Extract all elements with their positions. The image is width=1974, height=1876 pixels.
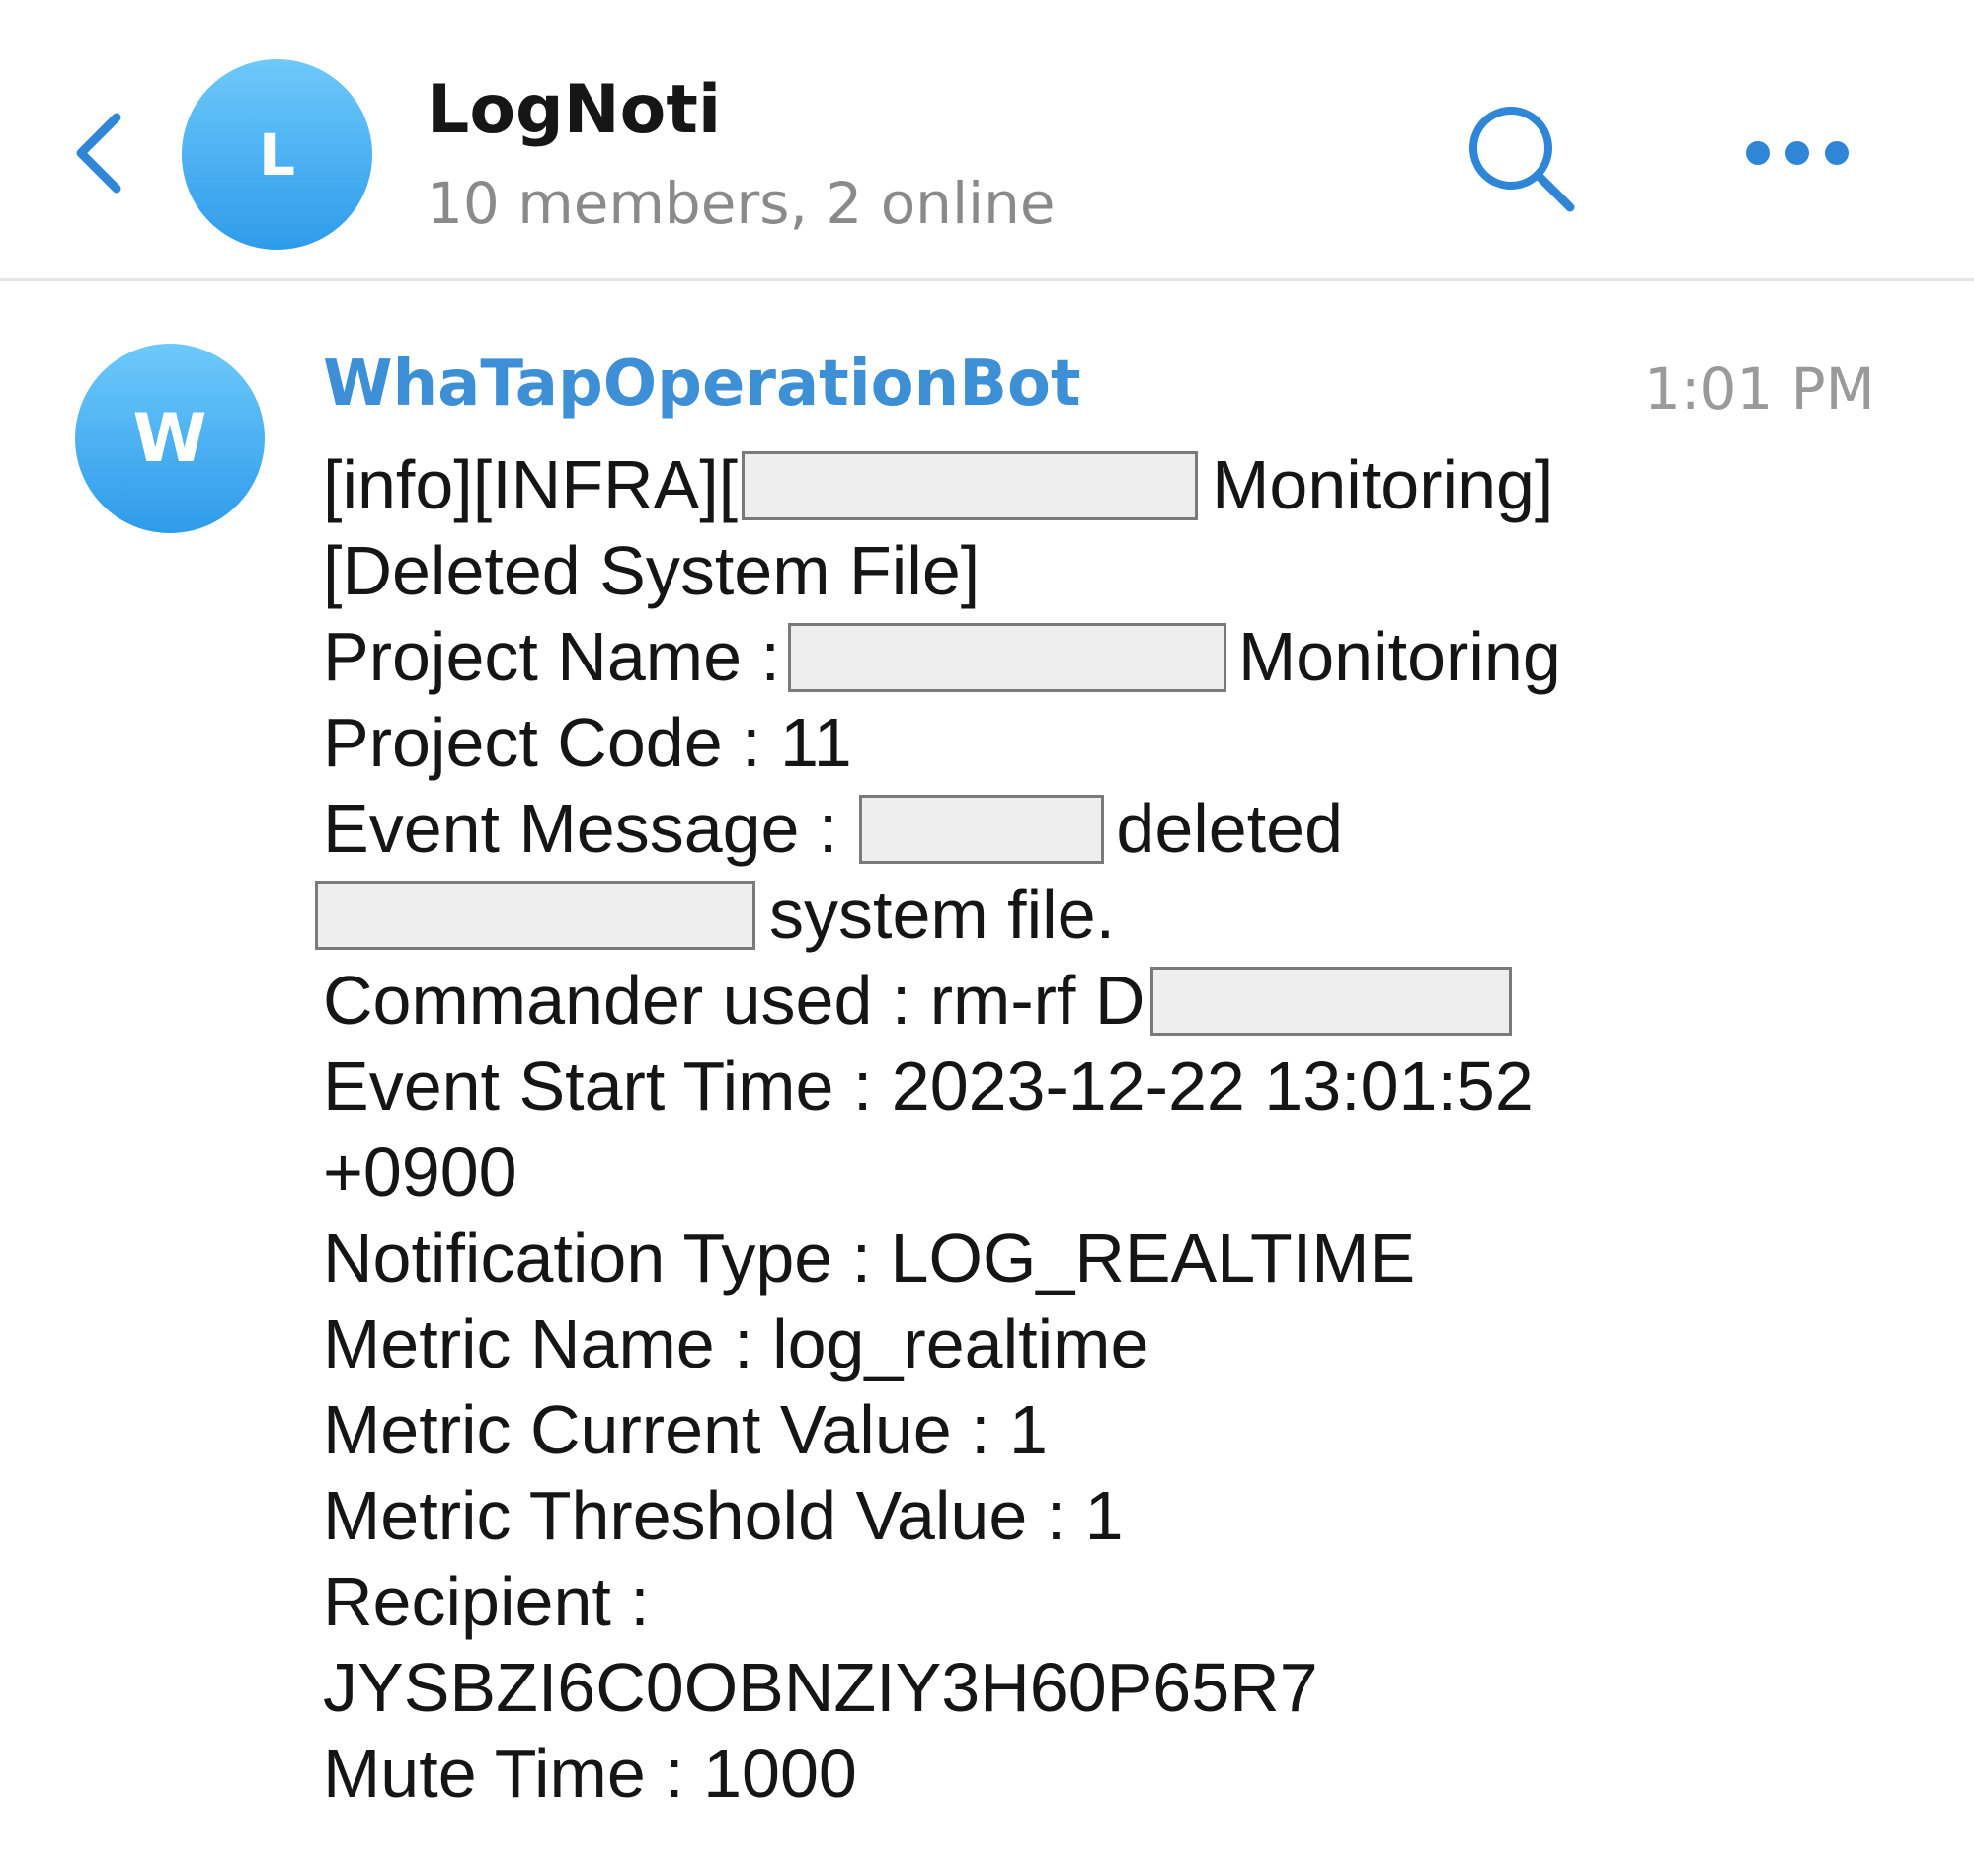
message-text: Recipient : xyxy=(323,1563,650,1640)
chevron-left-icon xyxy=(76,113,121,194)
message-line: Event Message : deleted xyxy=(323,786,1686,872)
message-text: Notification Type : LOG_REALTIME xyxy=(323,1219,1416,1296)
message-text: +0900 xyxy=(323,1133,517,1211)
group-avatar[interactable]: L xyxy=(182,59,372,250)
message-line: Event Start Time : 2023-12-22 13:01:52 xyxy=(323,1044,1686,1130)
redacted-box xyxy=(787,622,1226,692)
back-button[interactable] xyxy=(69,109,128,197)
message-body: [info][INFRA][ Monitoring] [Deleted Syst… xyxy=(315,442,1686,1817)
message-text: Event Message : xyxy=(323,790,838,867)
chat-header: L LogNoti 10 members, 2 online xyxy=(0,0,1974,281)
message-line: Notification Type : LOG_REALTIME xyxy=(323,1215,1686,1301)
message-line: Commander used : rm-rf D xyxy=(323,958,1686,1044)
redacted-box xyxy=(742,450,1199,520)
message-text: system file. xyxy=(769,876,1116,953)
chat-member-status: 10 members, 2 online xyxy=(427,170,1056,237)
message-line: Mute Time : 1000 xyxy=(323,1731,1686,1817)
message-line: JYSBZI6C0OBNZIY3H60P65R7 xyxy=(323,1645,1686,1731)
more-horizontal-icon xyxy=(1746,141,1849,165)
message-line: [info][INFRA][ Monitoring] xyxy=(323,442,1686,528)
message-text: Monitoring xyxy=(1237,618,1561,695)
message-text: Metric Name : log_realtime xyxy=(323,1305,1149,1382)
message-time: 1:01 PM xyxy=(1644,355,1875,423)
redacted-box xyxy=(859,794,1105,864)
message-line: +0900 xyxy=(323,1130,1686,1215)
message-line: system file. xyxy=(315,872,1686,958)
chat-title[interactable]: LogNoti xyxy=(427,71,721,149)
message-text: deleted xyxy=(1116,790,1344,867)
message-text: [Deleted System File] xyxy=(323,532,981,609)
redacted-box xyxy=(315,880,755,950)
message-line: [Deleted System File] xyxy=(323,528,1686,614)
redacted-box xyxy=(1150,966,1513,1036)
message-text: Mute Time : 1000 xyxy=(323,1735,857,1812)
message-text: JYSBZI6C0OBNZIY3H60P65R7 xyxy=(323,1649,1318,1726)
message-text: Event Start Time : 2023-12-22 13:01:52 xyxy=(323,1048,1534,1125)
message-line: Recipient : xyxy=(323,1559,1686,1645)
message-text: Metric Current Value : 1 xyxy=(323,1391,1048,1468)
message-text: Metric Threshold Value : 1 xyxy=(323,1477,1124,1554)
sender-avatar-letter: W xyxy=(132,399,207,478)
group-avatar-letter: L xyxy=(259,120,295,189)
message-line: Metric Current Value : 1 xyxy=(323,1387,1686,1473)
message-line: Metric Threshold Value : 1 xyxy=(323,1473,1686,1559)
message-line: Metric Name : log_realtime xyxy=(323,1301,1686,1387)
message-text: Project Name : xyxy=(323,618,780,695)
more-options-button[interactable] xyxy=(1743,128,1852,178)
message-text: [info][INFRA][ xyxy=(323,446,739,523)
search-icon xyxy=(1469,107,1575,212)
search-button[interactable] xyxy=(1461,99,1580,217)
message-text: Project Code : 11 xyxy=(323,704,852,781)
message-line: Project Name : Monitoring xyxy=(323,614,1686,700)
sender-name[interactable]: WhaTapOperationBot xyxy=(323,348,1081,421)
sender-avatar[interactable]: W xyxy=(75,344,265,533)
message-text: Commander used : rm-rf D xyxy=(323,962,1145,1039)
message-line: Project Code : 11 xyxy=(323,700,1686,786)
message-text: Monitoring] xyxy=(1212,446,1554,523)
